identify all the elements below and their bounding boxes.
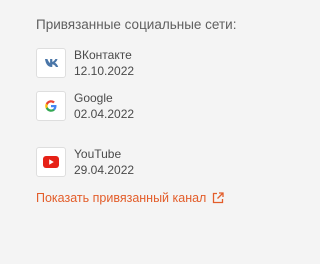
- youtube-icon: [36, 147, 66, 177]
- account-date: 29.04.2022: [74, 163, 135, 177]
- linked-account-vk: ВКонтакте 12.10.2022: [36, 48, 286, 82]
- show-linked-channel-link[interactable]: Показать привязанный канал: [36, 191, 225, 207]
- account-name: ВКонтакте: [74, 48, 132, 62]
- account-date: 12.10.2022: [74, 64, 135, 78]
- account-date: 02.04.2022: [74, 107, 135, 121]
- section-title: Привязанные социальные сети:: [36, 17, 237, 32]
- vk-icon: [36, 48, 66, 78]
- linked-account-google: Google 02.04.2022: [36, 91, 286, 125]
- google-icon: [36, 91, 66, 121]
- show-linked-channel-label: Показать привязанный канал: [36, 191, 207, 205]
- linked-account-youtube: YouTube 29.04.2022: [36, 147, 286, 181]
- account-name: YouTube: [74, 147, 122, 161]
- linked-accounts-panel: Привязанные социальные сети: ВКонтакте 1…: [14, 0, 294, 264]
- external-link-icon: [212, 192, 225, 207]
- account-name: Google: [74, 91, 113, 105]
